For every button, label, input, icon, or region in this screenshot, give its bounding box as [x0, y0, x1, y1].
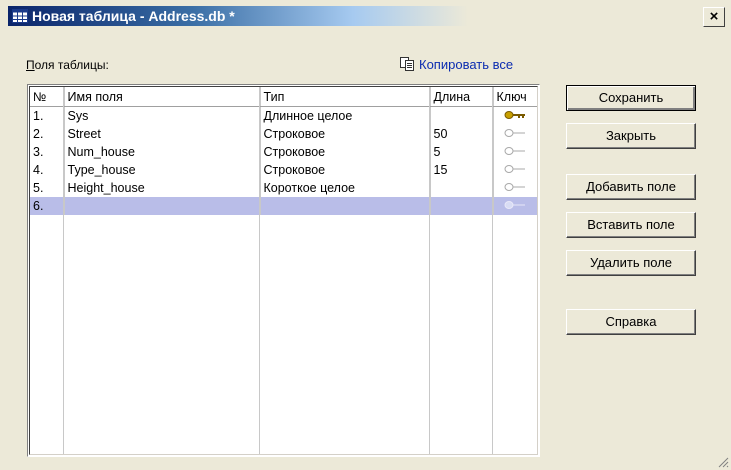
add-field-button[interactable]: Добавить поле: [566, 174, 696, 200]
copy-all-label: Копировать все: [419, 57, 514, 72]
row-number-cell[interactable]: 1.: [30, 106, 65, 125]
field-length-cell[interactable]: 50: [430, 125, 494, 143]
field-name-cell[interactable]: Height_house: [64, 179, 261, 197]
key-icon: [504, 201, 526, 209]
close-button[interactable]: Закрыть: [566, 123, 696, 149]
help-button[interactable]: Справка: [566, 309, 696, 335]
field-type-cell[interactable]: [260, 197, 431, 215]
table-row[interactable]: 1. Sys Длинное целое: [30, 106, 537, 126]
copy-all-link[interactable]: Копировать все: [400, 57, 513, 72]
table-row[interactable]: 5. Height_house Короткое целое: [30, 179, 537, 197]
delete-field-button[interactable]: Удалить поле: [566, 250, 696, 276]
key-cell[interactable]: [493, 161, 537, 179]
table-icon: [12, 9, 28, 23]
field-type-cell[interactable]: Строковое: [260, 143, 431, 161]
row-number-cell[interactable]: 4.: [30, 161, 65, 179]
close-window-button[interactable]: ×: [703, 7, 725, 27]
field-name-cell[interactable]: Sys: [64, 106, 261, 125]
column-header-type[interactable]: Тип: [260, 87, 431, 107]
insert-field-button[interactable]: Вставить поле: [566, 212, 696, 238]
field-length-cell[interactable]: [430, 106, 494, 125]
field-name-cell[interactable]: Num_house: [64, 143, 261, 161]
fields-grid: № Имя поля Тип Длина Ключ 1. Sys Длинное ц…: [30, 87, 537, 215]
key-icon: [504, 183, 526, 191]
table-row[interactable]: 4. Type_house Строковое 15: [30, 161, 537, 179]
table-editor-window: Новая таблица - Address.db * × Поля табл…: [0, 0, 731, 470]
window-title: Новая таблица - Address.db *: [32, 8, 235, 24]
row-number-cell[interactable]: 6.: [30, 197, 65, 215]
column-header-key[interactable]: Ключ: [493, 87, 537, 107]
field-type-cell[interactable]: Строковое: [260, 161, 431, 179]
field-name-cell[interactable]: [64, 197, 261, 215]
key-icon: [504, 129, 526, 137]
resize-grip-icon[interactable]: [717, 456, 729, 468]
key-cell[interactable]: [493, 125, 537, 143]
key-cell[interactable]: [493, 107, 537, 126]
column-header-number[interactable]: №: [30, 87, 65, 107]
row-number-cell[interactable]: 5.: [30, 179, 65, 197]
table-header-row: № Имя поля Тип Длина Ключ: [30, 87, 537, 107]
table-fields-label: Поля таблицы:: [26, 58, 109, 72]
field-type-cell[interactable]: Короткое целое: [260, 179, 431, 197]
close-icon: ×: [709, 8, 719, 25]
row-number-cell[interactable]: 2.: [30, 125, 65, 143]
copy-icon: [400, 57, 414, 71]
field-length-cell[interactable]: 15: [430, 161, 494, 179]
field-name-cell[interactable]: Type_house: [64, 161, 261, 179]
title-bar[interactable]: Новая таблица - Address.db * ×: [0, 0, 731, 28]
primary-key-icon: [504, 111, 526, 119]
key-cell[interactable]: [493, 179, 537, 197]
key-cell[interactable]: [493, 143, 537, 161]
field-length-cell[interactable]: 5: [430, 143, 494, 161]
field-type-cell[interactable]: Строковое: [260, 125, 431, 143]
table-row[interactable]: 6.: [30, 197, 537, 215]
field-length-cell[interactable]: [430, 197, 494, 215]
row-number-cell[interactable]: 3.: [30, 143, 65, 161]
key-icon: [504, 147, 526, 155]
table-row[interactable]: 2. Street Строковое 50: [30, 125, 537, 143]
fields-table[interactable]: № Имя поля Тип Длина Ключ 1. Sys Длинное ц…: [27, 84, 540, 457]
column-header-length[interactable]: Длина: [430, 87, 494, 107]
field-length-cell[interactable]: [430, 179, 494, 197]
field-name-cell[interactable]: Street: [64, 125, 261, 143]
key-cell[interactable]: [493, 197, 537, 215]
save-button[interactable]: Сохранить: [566, 85, 696, 111]
field-type-cell[interactable]: Длинное целое: [260, 106, 431, 125]
key-icon: [504, 165, 526, 173]
column-header-field-name[interactable]: Имя поля: [64, 87, 261, 107]
table-row[interactable]: 3. Num_house Строковое 5: [30, 143, 537, 161]
